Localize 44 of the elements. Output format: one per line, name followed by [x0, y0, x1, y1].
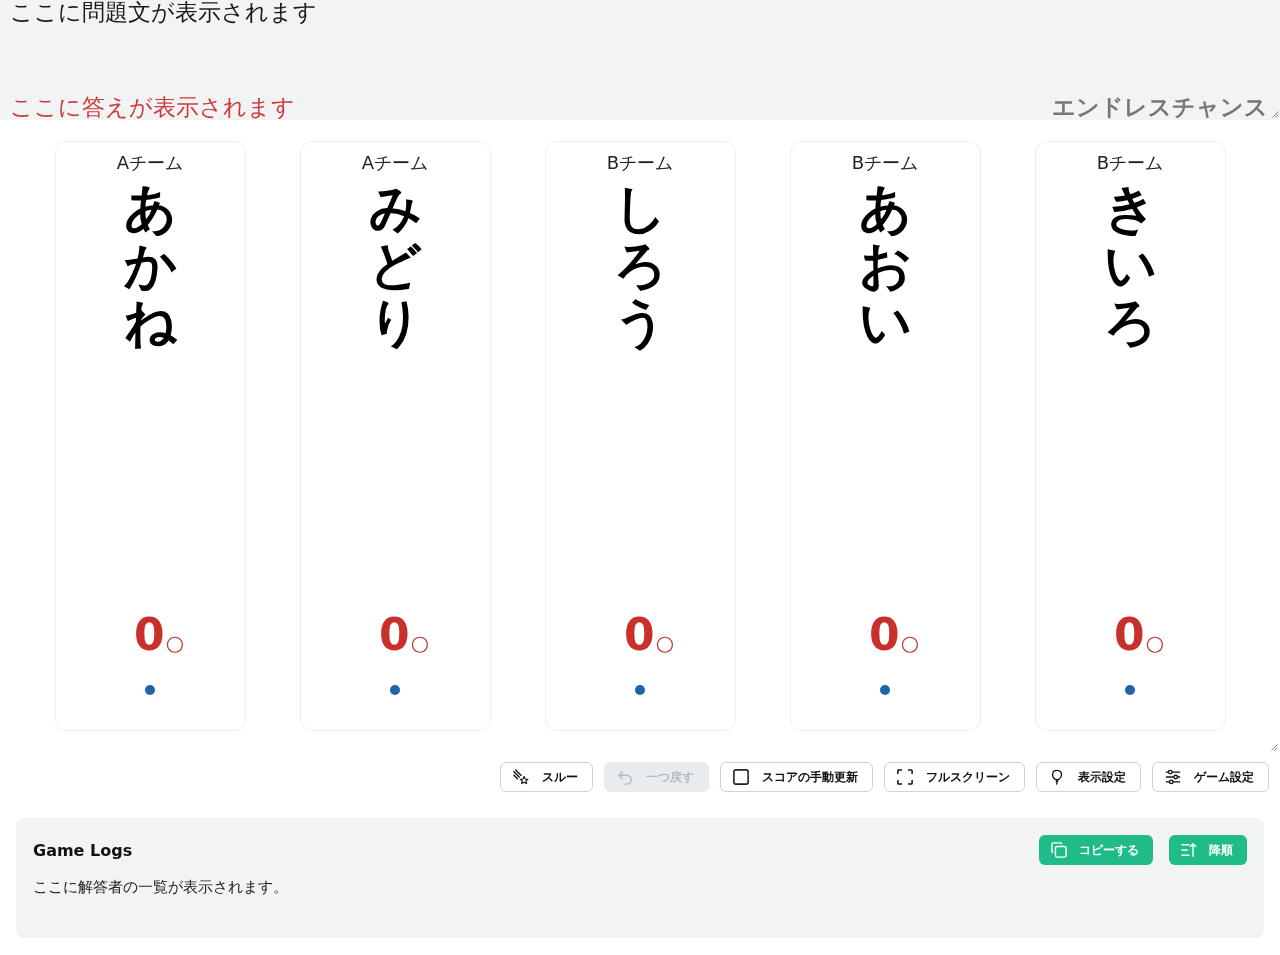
team-label: Bチーム [606, 151, 674, 175]
toolbar-button[interactable]: 表示設定 [1036, 762, 1141, 792]
correct-mark: ○ [1145, 631, 1164, 655]
copy-icon [1051, 842, 1067, 858]
fullscreen-icon [897, 769, 913, 785]
player-name: きいろ [1104, 180, 1156, 352]
score-value: 0 [379, 610, 410, 660]
balloon-icon [1049, 769, 1065, 785]
score-value: 0 [624, 610, 655, 660]
mode-label: エンドレスチャンス [1052, 95, 1268, 120]
player-name: しろう [614, 180, 666, 352]
undo-icon [617, 769, 633, 785]
team-label: Aチーム [116, 151, 184, 175]
toolbar-button[interactable]: スルー [500, 762, 593, 792]
score-value: 0 [869, 610, 900, 660]
sort-icon [1181, 842, 1197, 858]
player-name: あかね [124, 180, 176, 352]
question-text: ここに問題文が表示されます [10, 0, 317, 25]
shooting-star-icon [513, 769, 529, 785]
toolbar-button[interactable]: スコアの手動更新 [720, 762, 873, 792]
toolbar-button[interactable]: フルスクリーン [884, 762, 1025, 792]
player-name: あおい [859, 180, 911, 352]
correct-mark: ○ [900, 631, 919, 655]
resize-handle-icon[interactable] [1271, 110, 1279, 118]
status-dot-icon [145, 685, 155, 695]
player-name: みどり [369, 180, 421, 352]
status-dot-icon [1125, 685, 1135, 695]
status-dot-icon [635, 685, 645, 695]
sliders-icon [1165, 769, 1181, 785]
panel-title: Game Logs [33, 840, 133, 860]
resize-handle-icon[interactable] [1270, 743, 1278, 751]
correct-mark: ○ [165, 631, 184, 655]
answer-text: ここに答えが表示されます [10, 95, 295, 120]
team-label: Bチーム [851, 151, 919, 175]
correct-mark: ○ [655, 631, 674, 655]
correct-mark: ○ [410, 631, 429, 655]
score-value: 0 [1114, 610, 1145, 660]
team-label: Bチーム [1096, 151, 1164, 175]
status-dot-icon [880, 685, 890, 695]
toolbar-button[interactable]: ゲーム設定 [1152, 762, 1269, 792]
score-value: 0 [134, 610, 165, 660]
team-label: Aチーム [361, 151, 429, 175]
empty-message: ここに解答者の一覧が表示されます。 [33, 878, 289, 897]
status-dot-icon [390, 685, 400, 695]
